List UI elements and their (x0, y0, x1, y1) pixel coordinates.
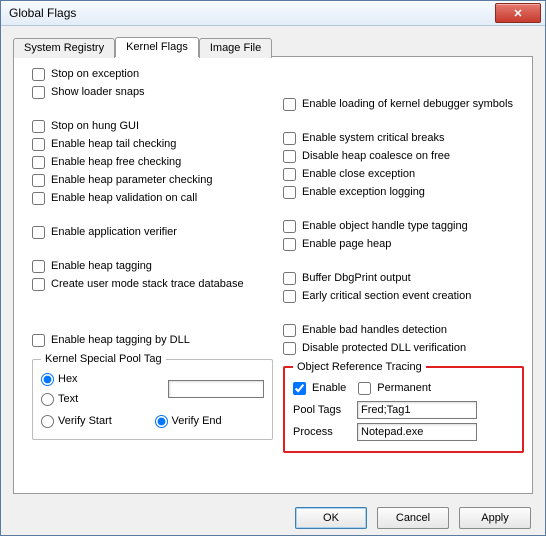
radio-hex-label: Hex (58, 373, 78, 385)
chk-heap-tail[interactable]: Enable heap tail checking (32, 135, 275, 153)
cancel-button[interactable]: Cancel (377, 507, 449, 529)
chk-page-heap-label: Enable page heap (302, 238, 391, 250)
chk-stop-hung-gui-label: Stop on hung GUI (51, 120, 139, 132)
close-icon: ✕ (513, 7, 522, 20)
global-flags-window: Global Flags ✕ System Registry Kernel Fl… (0, 0, 546, 536)
left-column: Stop on exception Show loader snaps Stop… (32, 65, 275, 487)
chk-heap-tag-dll-label: Enable heap tagging by DLL (51, 334, 190, 346)
chk-ort-permanent-label: Permanent (377, 382, 431, 394)
ort-process-label: Process (293, 426, 351, 438)
ok-button[interactable]: OK (295, 507, 367, 529)
chk-dbgprint-label: Buffer DbgPrint output (302, 272, 411, 284)
chk-ort-enable-label: Enable (312, 382, 346, 394)
chk-show-loader[interactable]: Show loader snaps (32, 83, 275, 101)
radio-hex[interactable] (41, 373, 54, 386)
chk-sys-crit-breaks[interactable]: Enable system critical breaks (283, 129, 526, 147)
tab-image-file[interactable]: Image File (199, 38, 272, 58)
ort-pooltags-input[interactable] (357, 401, 477, 419)
chk-dbgprint[interactable]: Buffer DbgPrint output (283, 269, 526, 287)
chk-app-verifier[interactable]: Enable application verifier (32, 223, 275, 241)
apply-button[interactable]: Apply (459, 507, 531, 529)
chk-heap-valid[interactable]: Enable heap validation on call (32, 189, 275, 207)
chk-ort-permanent[interactable]: Permanent (358, 379, 431, 397)
chk-stop-hung-gui[interactable]: Stop on hung GUI (32, 117, 275, 135)
chk-heap-tag-dll[interactable]: Enable heap tagging by DLL (32, 331, 275, 349)
chk-handle-type-tag-label: Enable object handle type tagging (302, 220, 468, 232)
chk-stack-trace-db-label: Create user mode stack trace database (51, 278, 244, 290)
chk-bad-handles-label: Enable bad handles detection (302, 324, 447, 336)
radio-verify-end-label: Verify End (172, 415, 222, 427)
chk-app-verifier-label: Enable application verifier (51, 226, 177, 238)
chk-stack-trace-db[interactable]: Create user mode stack trace database (32, 275, 275, 293)
chk-sys-crit-breaks-label: Enable system critical breaks (302, 132, 444, 144)
chk-kernel-dbg-syms[interactable]: Enable loading of kernel debugger symbol… (283, 95, 526, 113)
radio-verify-start-label: Verify Start (58, 415, 112, 427)
ort-legend: Object Reference Tracing (293, 361, 426, 373)
chk-heap-coalesce[interactable]: Disable heap coalesce on free (283, 147, 526, 165)
window-title: Global Flags (9, 6, 495, 20)
chk-heap-param[interactable]: Enable heap parameter checking (32, 171, 275, 189)
chk-close-exception-label: Enable close exception (302, 168, 415, 180)
chk-stop-exception-label: Stop on exception (51, 68, 139, 80)
titlebar: Global Flags ✕ (1, 1, 545, 26)
chk-close-exception[interactable]: Enable close exception (283, 165, 526, 183)
client-area: System Registry Kernel Flags Image File … (1, 26, 545, 500)
chk-show-loader-label: Show loader snaps (51, 86, 145, 98)
chk-early-crit[interactable]: Early critical section event creation (283, 287, 526, 305)
chk-stop-exception[interactable]: Stop on exception (32, 65, 275, 83)
tabstrip: System Registry Kernel Flags Image File (13, 36, 533, 56)
chk-exception-logging-label: Enable exception logging (302, 186, 425, 198)
kspt-legend: Kernel Special Pool Tag (41, 353, 166, 365)
chk-exception-logging[interactable]: Enable exception logging (283, 183, 526, 201)
close-button[interactable]: ✕ (495, 3, 541, 23)
kernel-special-pool-tag-group: Kernel Special Pool Tag Hex Text Verif (32, 353, 273, 440)
chk-heap-valid-label: Enable heap validation on call (51, 192, 197, 204)
chk-heap-tagging-label: Enable heap tagging (51, 260, 152, 272)
radio-verify-end[interactable] (155, 415, 168, 428)
kspt-value-input[interactable] (168, 380, 264, 398)
chk-heap-coalesce-label: Disable heap coalesce on free (302, 150, 450, 162)
right-column: Enable loading of kernel debugger symbol… (283, 65, 526, 487)
chk-heap-free-label: Enable heap free checking (51, 156, 181, 168)
chk-kernel-dbg-syms-label: Enable loading of kernel debugger symbol… (302, 98, 513, 110)
chk-protected-dll-label: Disable protected DLL verification (302, 342, 466, 354)
ort-process-input[interactable] (357, 423, 477, 441)
radio-verify-start[interactable] (41, 415, 54, 428)
tabpanel-kernel-flags: Stop on exception Show loader snaps Stop… (13, 56, 533, 494)
chk-heap-tail-label: Enable heap tail checking (51, 138, 176, 150)
radio-text[interactable] (41, 393, 54, 406)
chk-early-crit-label: Early critical section event creation (302, 290, 471, 302)
chk-protected-dll[interactable]: Disable protected DLL verification (283, 339, 526, 357)
chk-heap-param-label: Enable heap parameter checking (51, 174, 212, 186)
tab-system-registry[interactable]: System Registry (13, 38, 115, 58)
object-reference-tracing-group: Object Reference Tracing Enable Permanen… (283, 361, 524, 453)
ort-pooltags-label: Pool Tags (293, 404, 351, 416)
chk-heap-free[interactable]: Enable heap free checking (32, 153, 275, 171)
chk-heap-tagging[interactable]: Enable heap tagging (32, 257, 275, 275)
chk-page-heap[interactable]: Enable page heap (283, 235, 526, 253)
radio-text-label: Text (58, 393, 78, 405)
tab-kernel-flags[interactable]: Kernel Flags (115, 37, 199, 57)
chk-ort-enable[interactable]: Enable (293, 379, 346, 397)
chk-bad-handles[interactable]: Enable bad handles detection (283, 321, 526, 339)
button-row: OK Cancel Apply (1, 500, 545, 535)
chk-handle-type-tag[interactable]: Enable object handle type tagging (283, 217, 526, 235)
